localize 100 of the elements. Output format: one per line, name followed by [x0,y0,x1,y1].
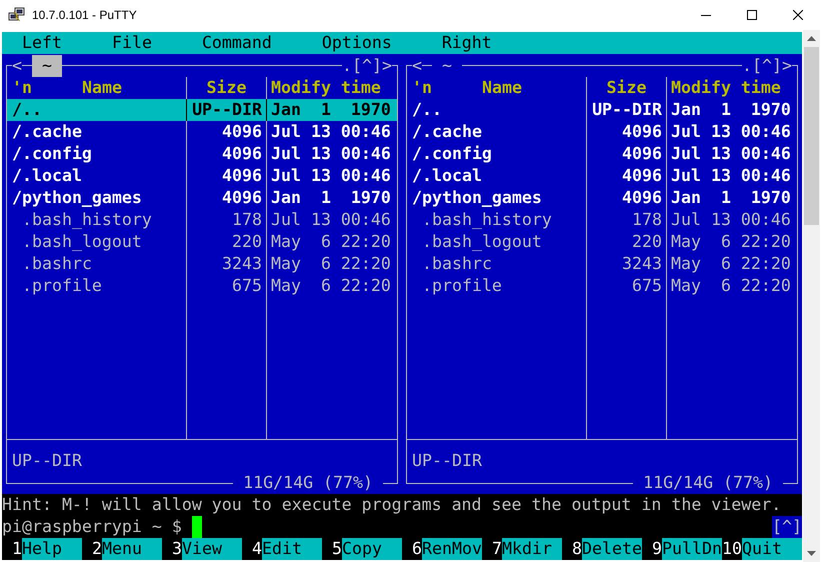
menu-item[interactable]: Left [22,32,62,54]
file-size: 220 [632,232,662,251]
column-header[interactable]: Name [82,78,122,97]
file-name: /.local [412,166,482,185]
file-row[interactable]: /python_games 4096 Jan 1 1970 [407,187,797,209]
file-time: Jan 1 1970 [271,188,391,207]
file-name: .bashrc [421,254,492,273]
file-name: /python_games [412,188,542,207]
file-name: .profile [21,276,102,295]
file-time: Jul 13 00:46 [671,144,791,163]
file-time: Jul 13 00:46 [271,210,391,229]
file-name: /python_games [12,188,142,207]
file-size: 4096 [222,188,262,207]
panel-path[interactable]: ~ [32,55,62,77]
file-time: May 6 22:20 [271,254,391,273]
file-name: /.. [412,100,442,119]
shell-prompt: pi@raspberrypi ~ $ [2,516,182,538]
file-row[interactable]: .profile 675 May 6 22:20 [407,275,797,297]
file-row[interactable]: .bashrc 3243 May 6 22:20 [7,253,397,275]
maximize-icon [747,10,757,20]
file-row[interactable]: .profile 675 May 6 22:20 [7,275,397,297]
file-name: /.local [12,166,82,185]
mini-status: UP--DIR [12,451,82,470]
file-size: 4096 [222,122,262,141]
file-row[interactable]: /.cache 4096 Jul 13 00:46 [407,121,797,143]
file-time: May 6 22:20 [671,254,791,273]
file-size: 675 [232,276,262,295]
file-time: May 6 22:20 [671,232,791,251]
file-time: Jan 1 1970 [671,100,791,119]
file-size: 4096 [622,144,662,163]
menu-item[interactable]: Command [202,32,272,54]
file-size: UP--DIR [192,100,262,119]
column-header[interactable]: Size [606,78,646,97]
selected-file-row[interactable]: /.. UP--DIR Jan 1 1970 [7,99,397,121]
file-size: 4096 [222,144,262,163]
hint-line: Hint: M-! will allow you to execute programs and see the output in the viewer. [2,494,782,516]
file-size: 178 [232,210,262,229]
file-size: 4096 [622,188,662,207]
function-key[interactable]: 10Quit [722,538,802,560]
file-size: UP--DIR [592,100,662,119]
history-button[interactable]: [^] [772,516,802,538]
file-time: Jul 13 00:46 [271,166,391,185]
mini-status: UP--DIR [412,451,482,470]
file-row[interactable]: /.config 4096 Jul 13 00:46 [407,143,797,165]
file-size: 4096 [222,166,262,185]
scroll-down-icon[interactable] [807,551,816,556]
file-row[interactable]: .bash_logout 220 May 6 22:20 [7,231,397,253]
file-size: 178 [632,210,662,229]
file-size: 4096 [622,166,662,185]
file-name: .profile [421,276,502,295]
file-time: Jul 13 00:46 [271,122,391,141]
column-header[interactable]: Name [482,78,522,97]
file-name: /.config [412,144,492,163]
file-row[interactable]: .bash_history 178 Jul 13 00:46 [7,209,397,231]
file-name: .bash_history [421,210,552,229]
scrollbar-thumb[interactable] [804,47,819,225]
file-time: Jul 13 00:46 [671,122,791,141]
file-row[interactable]: .bashrc 3243 May 6 22:20 [407,253,797,275]
file-size: 220 [232,232,262,251]
file-row[interactable]: /.config 4096 Jul 13 00:46 [7,143,397,165]
file-time: Jul 13 00:46 [271,144,391,163]
menu-item[interactable]: File [112,32,152,54]
file-time: Jul 13 00:46 [671,210,791,229]
file-size: 675 [632,276,662,295]
column-header[interactable]: Size [206,78,246,97]
file-name: /.. [12,100,42,119]
file-size: 3243 [222,254,262,273]
terminal-cursor [192,516,202,538]
scroll-up-icon[interactable] [807,36,816,41]
file-row[interactable]: /.local 4096 Jul 13 00:46 [7,165,397,187]
column-header[interactable]: Modify time [271,78,381,97]
file-name: /.config [12,144,92,163]
file-row[interactable]: .bash_history 178 Jul 13 00:46 [407,209,797,231]
sort-marker[interactable]: 'n [412,78,432,97]
file-name: /.cache [12,122,82,141]
file-size: 4096 [622,122,662,141]
close-icon [793,10,803,20]
file-name: /.cache [412,122,482,141]
file-time: Jan 1 1970 [271,100,391,119]
file-name: .bash_logout [421,232,542,251]
file-name: .bashrc [21,254,92,273]
file-name: .bash_logout [21,232,142,251]
file-time: May 6 22:20 [671,276,791,295]
window-title: 10.7.0.101 - PuTTY [32,8,138,22]
file-size: 3243 [622,254,662,273]
file-row[interactable]: /python_games 4096 Jan 1 1970 [7,187,397,209]
file-time: May 6 22:20 [271,232,391,251]
menu-item[interactable]: Right [442,32,492,54]
file-name: .bash_history [21,210,152,229]
file-time: Jul 13 00:46 [671,166,791,185]
sort-marker[interactable]: 'n [12,78,32,97]
menu-item[interactable]: Options [322,32,392,54]
file-row[interactable]: .bash_logout 220 May 6 22:20 [407,231,797,253]
computers-icon [8,7,26,23]
file-row[interactable]: /.local 4096 Jul 13 00:46 [407,165,797,187]
file-time: Jan 1 1970 [671,188,791,207]
file-row[interactable]: /.cache 4096 Jul 13 00:46 [7,121,397,143]
column-header[interactable]: Modify time [671,78,781,97]
file-row[interactable]: /.. UP--DIR Jan 1 1970 [407,99,797,121]
file-time: May 6 22:20 [271,276,391,295]
